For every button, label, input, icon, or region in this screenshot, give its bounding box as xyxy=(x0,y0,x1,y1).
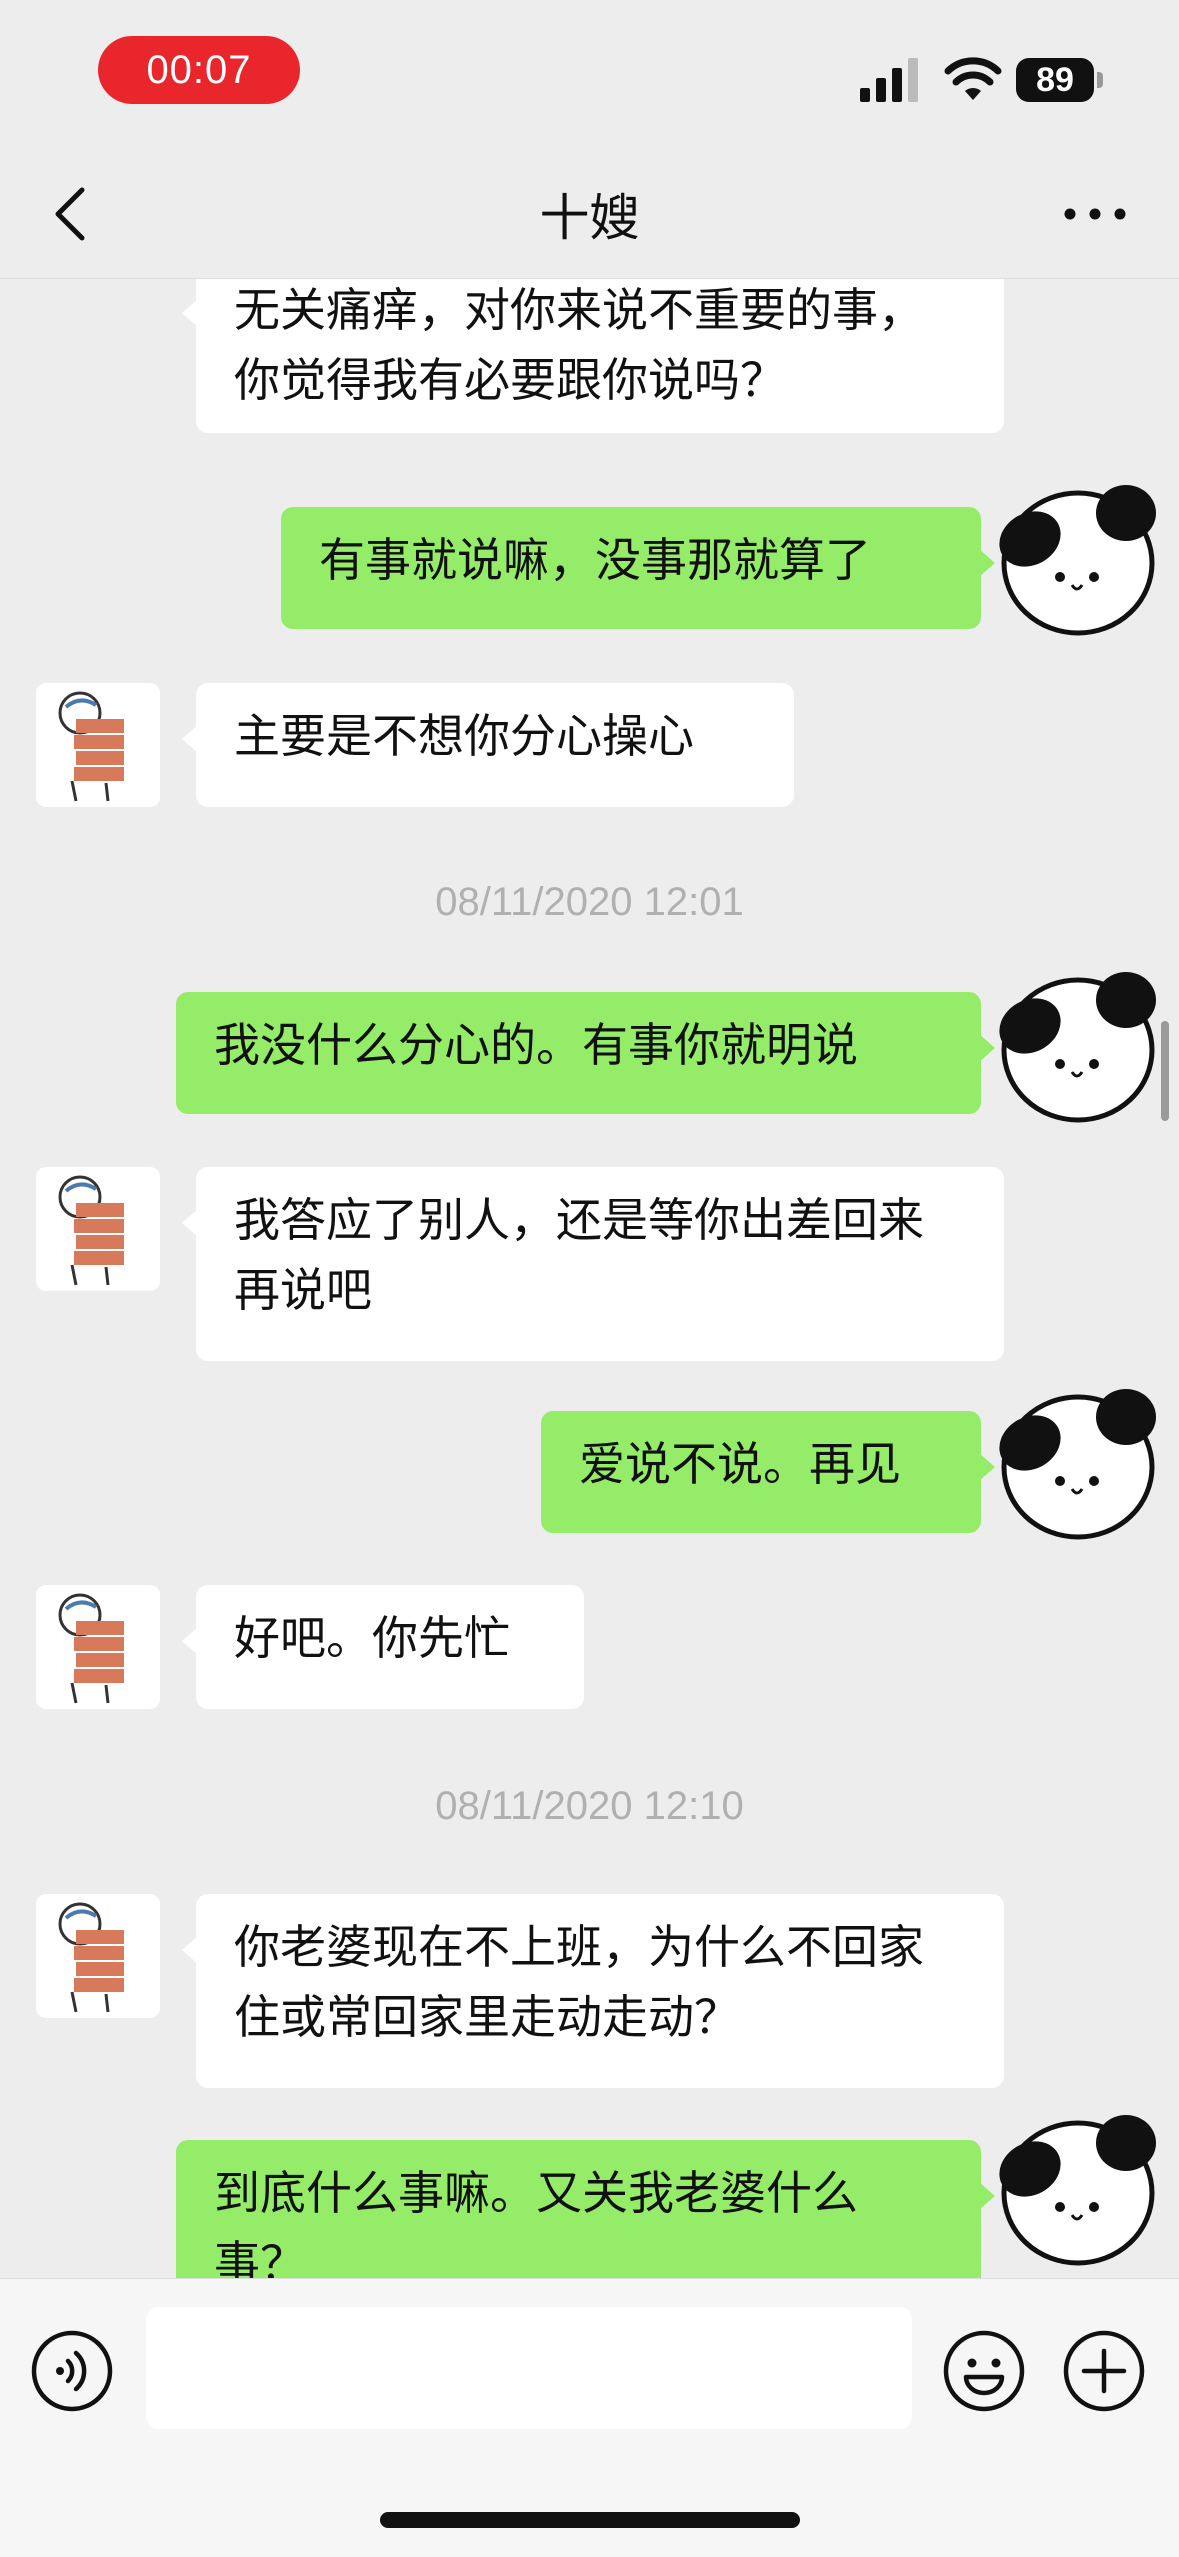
page-title: 十嫂 xyxy=(539,189,640,247)
scrollbar[interactable] xyxy=(1161,1021,1169,1121)
voice-icon[interactable] xyxy=(30,2329,114,2413)
recording-indicator[interactable]: 00:07 xyxy=(98,36,300,104)
contact-avatar-icon xyxy=(58,1902,124,2013)
battery-tip xyxy=(1097,72,1103,88)
message-bubble-incoming[interactable]: 你老婆现在不上班，为什么不回家住或常回家里走动走动？ xyxy=(182,1894,1004,2088)
message-bubble-outgoing[interactable]: 到底什么事嘛。又关我老婆什么事？ xyxy=(176,2140,995,2278)
contact-avatar[interactable] xyxy=(36,1167,160,1291)
message-bubble-incoming[interactable]: 主要是不想你分心操心 xyxy=(182,683,794,807)
message-bubble-outgoing[interactable]: 我没什么分心的。有事你就明说 xyxy=(176,992,995,1114)
user-avatar[interactable] xyxy=(990,964,1160,1124)
message-bubble-outgoing[interactable]: 有事就说嘛，没事那就算了 xyxy=(281,507,995,629)
status-bar: 00:07 89 xyxy=(0,0,1179,150)
plus-icon[interactable] xyxy=(1062,2329,1146,2413)
more-dots-icon[interactable] xyxy=(1060,194,1130,234)
contact-avatar[interactable] xyxy=(36,1894,160,2018)
message-bubble-incoming[interactable]: 好吧。你先忙 xyxy=(182,1585,584,1709)
signal-icon xyxy=(860,58,918,102)
emoji-icon[interactable] xyxy=(942,2329,1026,2413)
timestamp: 08/11/2020 12:01 xyxy=(435,880,744,924)
user-avatar[interactable] xyxy=(990,2107,1160,2267)
contact-avatar-icon xyxy=(58,691,124,802)
home-indicator[interactable] xyxy=(380,2512,800,2528)
battery-indicator: 89 xyxy=(1016,58,1094,102)
message-bubble-incoming[interactable]: 无关痛痒，对你来说不重要的事，你觉得我有必要跟你说吗？ xyxy=(182,279,1004,433)
contact-avatar[interactable] xyxy=(36,683,160,807)
user-avatar[interactable] xyxy=(990,1381,1160,1541)
contact-avatar-icon xyxy=(58,1593,124,1704)
chat-header: 十嫂 xyxy=(0,150,1179,279)
wifi-icon xyxy=(944,57,1002,100)
contact-avatar[interactable] xyxy=(36,1585,160,1709)
contact-avatar-icon xyxy=(58,1175,124,1286)
timestamp: 08/11/2020 12:10 xyxy=(435,1784,744,1828)
message-bubble-incoming[interactable]: 我答应了别人，还是等你出差回来再说吧 xyxy=(182,1167,1004,1361)
message-bubble-outgoing[interactable]: 爱说不说。再见 xyxy=(541,1411,995,1533)
user-avatar[interactable] xyxy=(990,477,1160,637)
message-list[interactable]: 无关痛痒，对你来说不重要的事，你觉得我有必要跟你说吗？ 有事就说嘛，没事那就算了… xyxy=(0,279,1179,2278)
message-input[interactable] xyxy=(146,2307,912,2429)
